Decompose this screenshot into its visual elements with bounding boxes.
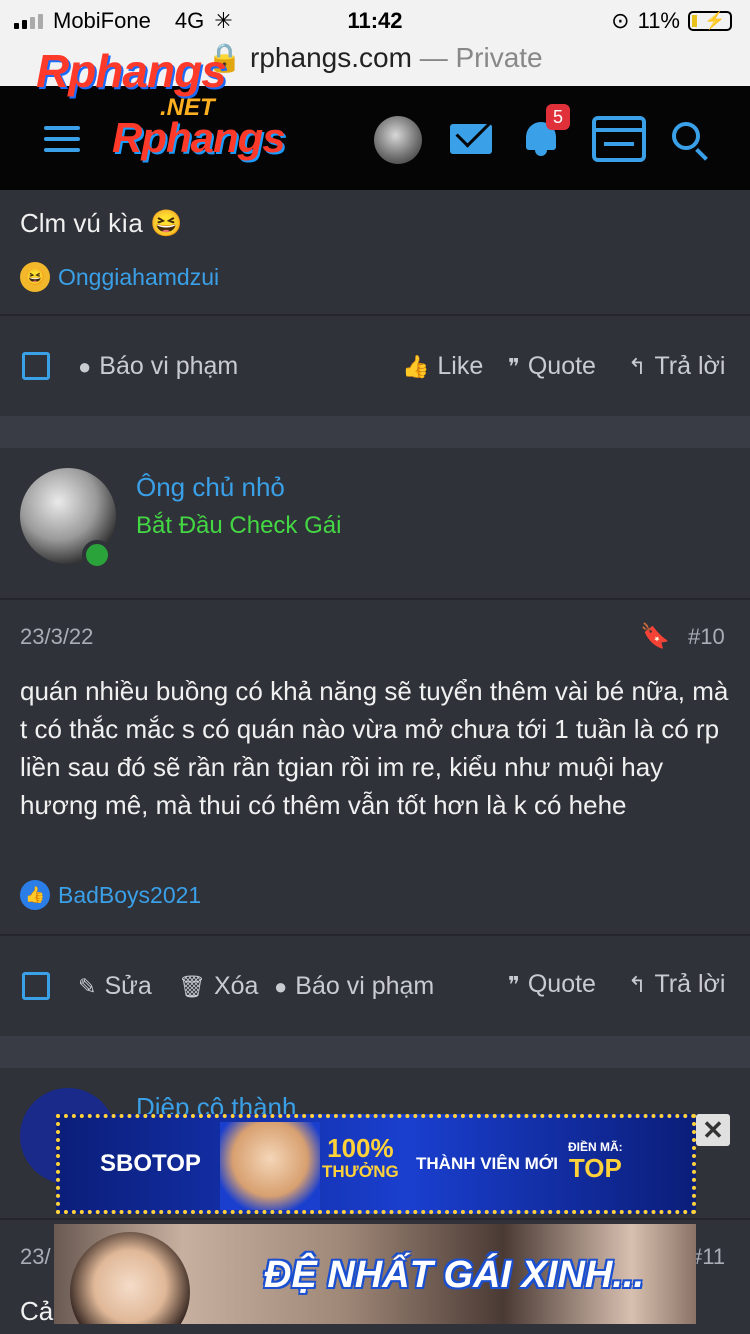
like-reaction-icon: 👍 [20, 880, 50, 910]
delete-label: Xóa [213, 972, 259, 1000]
select-checkbox[interactable] [22, 352, 50, 380]
divider [0, 1218, 750, 1220]
action-bar: ✎ Sửa 🗑 Xóa ● Báo vi phạm ❞ Quote ↰ Trả … [0, 936, 750, 1036]
reaction-user[interactable]: Onggiahamdzui [58, 264, 219, 291]
status-bar: MobiFone 4G ✳ 11:42 ⊙ 11% ⚡ [0, 0, 750, 40]
online-status-icon [82, 540, 112, 570]
private-label: — Private [419, 42, 543, 73]
ad-code-label: ĐIỀN MÃ: [568, 1140, 623, 1154]
ad-banner-gaixinh[interactable]: ĐỆ NHẤT GÁI XINH... [54, 1224, 696, 1324]
pencil-icon: ✎ [78, 973, 97, 999]
reply-label: Trả lời [654, 970, 726, 998]
action-bar: ● Báo vi phạm 👍 Like ❞ Quote ↰ Trả lời [0, 316, 750, 416]
quote-icon: ❞ [508, 971, 520, 997]
like-label: Like [437, 352, 484, 380]
reply-icon: ↰ [628, 971, 647, 997]
ad-percent-value: 100% [327, 1133, 394, 1163]
author-name[interactable]: Ông chủ nhỏ [136, 472, 285, 503]
ad-code-value: TOP [568, 1153, 622, 1183]
ad-brand: SBOTOP [100, 1150, 201, 1177]
reply-button[interactable]: ↰ Trả lời [628, 970, 725, 999]
post-content: quán nhiều buồng có khả năng sẽ tuyển th… [20, 676, 729, 820]
mail-icon[interactable] [450, 124, 492, 154]
reply-label: Trả lời [654, 352, 726, 380]
divider [0, 598, 750, 600]
edit-label: Sửa [104, 972, 152, 1000]
battery-percent: 11% [637, 8, 680, 33]
ad-model-image [220, 1122, 320, 1210]
reply-button[interactable]: ↰ Trả lời [628, 352, 725, 381]
alert-icon: ● [274, 973, 288, 999]
haha-reaction-icon: 😆 [20, 262, 50, 292]
store-icon[interactable] [592, 116, 646, 162]
user-avatar[interactable] [374, 116, 422, 164]
quote-label: Quote [527, 352, 596, 380]
quote-icon: ❞ [508, 353, 520, 379]
reaction-row[interactable]: 😆 Onggiahamdzui [20, 262, 219, 292]
ad-percent-sub: THƯỞNG [322, 1162, 399, 1181]
quote-label: Quote [527, 970, 596, 998]
notification-badge: 5 [546, 104, 570, 130]
reply-icon: ↰ [628, 353, 647, 379]
report-button[interactable]: ● Báo vi phạm [78, 352, 238, 381]
edit-button[interactable]: ✎ Sửa [78, 972, 152, 1001]
ad-text: ĐỆ NHẤT GÁI XINH... [264, 1254, 645, 1296]
battery-icon: ⚡ [688, 11, 732, 31]
trash-icon: 🗑 [178, 973, 206, 999]
logo-top[interactable]: Rphangs [36, 44, 227, 98]
report-label: Báo vi phạm [99, 352, 239, 380]
ad-percent: 100% THƯỞNG [322, 1133, 399, 1184]
ad-model-image [70, 1232, 190, 1324]
select-checkbox[interactable] [22, 972, 50, 1000]
logo-main[interactable]: Rphangs [112, 114, 286, 162]
quote-button[interactable]: ❞ Quote [508, 352, 596, 381]
url-domain: rphangs.com [250, 42, 412, 73]
author-title: Bắt Đầu Check Gái [136, 512, 342, 539]
status-right: ⊙ 11% ⚡ [611, 8, 732, 34]
menu-icon[interactable] [44, 126, 80, 152]
report-label: Báo vi phạm [295, 972, 435, 1000]
post-content: Clm vú kìa 😆 [20, 208, 183, 238]
like-button[interactable]: 👍 Like [402, 352, 483, 381]
post-number[interactable]: #10 [688, 624, 725, 650]
post-card-prev: Clm vú kìa 😆 😆 Onggiahamdzui ● Báo vi ph… [0, 190, 750, 416]
close-ad-button[interactable]: ✕ [696, 1114, 730, 1146]
quote-button[interactable]: ❞ Quote [508, 970, 596, 999]
alert-icon: ● [78, 353, 92, 379]
ad-banner-sbotop[interactable]: SBOTOP 100% THƯỞNG THÀNH VIÊN MỚI ĐIỀN M… [56, 1114, 696, 1214]
post-content: Cả [20, 1296, 54, 1326]
post-date[interactable]: 23/ [20, 1244, 51, 1270]
orientation-lock-icon: ⊙ [611, 8, 630, 33]
report-button[interactable]: ● Báo vi phạm [274, 972, 434, 1001]
bookmark-icon[interactable]: 🔖 [640, 622, 670, 651]
delete-button[interactable]: 🗑 Xóa [178, 972, 258, 1001]
thumbs-up-icon: 👍 [402, 353, 430, 379]
post-card-10: Ông chủ nhỏ Bắt Đầu Check Gái 23/3/22 🔖 … [0, 448, 750, 1036]
ad-code: ĐIỀN MÃ: TOP [568, 1140, 623, 1182]
post-date[interactable]: 23/3/22 [20, 624, 93, 650]
search-icon[interactable] [672, 122, 700, 150]
reaction-user[interactable]: BadBoys2021 [58, 882, 201, 909]
reaction-row[interactable]: 👍 BadBoys2021 [20, 880, 201, 910]
ad-member: THÀNH VIÊN MỚI [416, 1154, 559, 1173]
